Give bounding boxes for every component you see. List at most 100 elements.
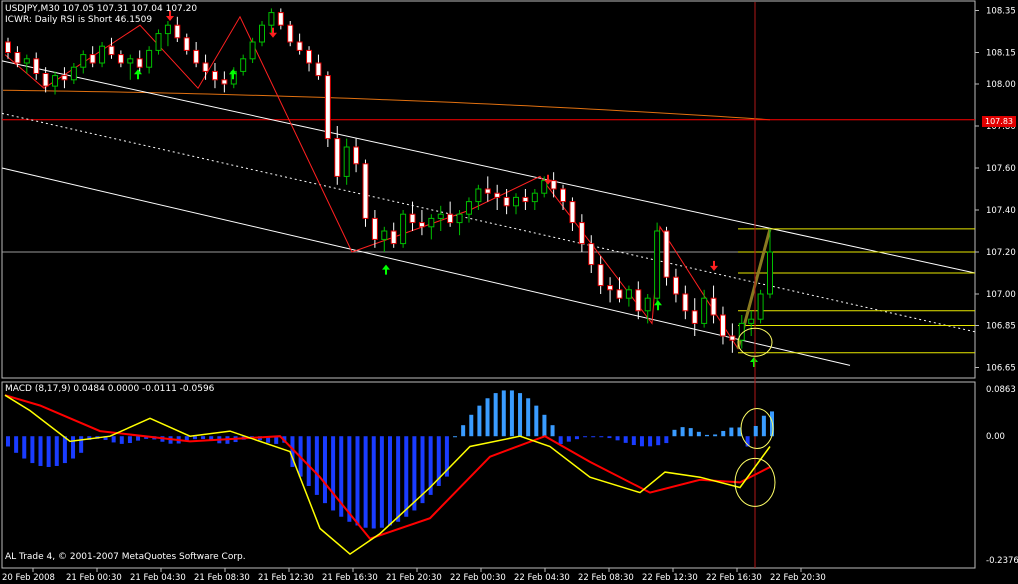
bear-candle (550, 180, 557, 190)
macd-histogram-bar (314, 436, 319, 495)
bull-candle (343, 146, 350, 177)
time-tick-label: 21 Feb 08:30 (194, 573, 250, 583)
macd-histogram-bar (22, 436, 27, 459)
price-tick-label: 107.00 (986, 290, 1016, 300)
price-tick-label: 107.20 (986, 248, 1016, 258)
macd-histogram-bar (583, 436, 588, 438)
bear-candle (418, 222, 425, 228)
bear-candle (597, 264, 604, 287)
macd-histogram-bar (79, 436, 84, 453)
macd-histogram-bar (566, 436, 571, 442)
bear-candle (5, 41, 11, 53)
macd-histogram-bar (331, 436, 336, 511)
macd-histogram-bar (6, 436, 10, 447)
macd-histogram-bar (591, 436, 596, 438)
bear-candle (33, 58, 40, 74)
bear-candle (522, 196, 529, 203)
bear-candle (447, 213, 454, 224)
macd-histogram-bar (721, 430, 726, 437)
bear-candle (136, 58, 143, 68)
bear-candle (390, 230, 397, 245)
bull-candle (70, 66, 77, 81)
indicator-header: ICWR: Daily RSI is Short 46.1509 (5, 15, 153, 25)
macd-histogram-bar (509, 390, 514, 437)
macd-histogram-bar (412, 436, 417, 511)
macd-histogram-bar (461, 425, 466, 437)
time-tick-label: 21 Feb 12:30 (258, 573, 314, 583)
bear-candle (334, 138, 341, 177)
macd-histogram-bar (136, 436, 141, 441)
bear-candle (691, 310, 698, 324)
bear-candle (324, 75, 331, 140)
bull-candle (52, 75, 59, 87)
bear-candle (588, 243, 595, 266)
time-tick-label: 21 Feb 04:30 (130, 573, 186, 583)
time-tick-label: 22 Feb 04:30 (514, 573, 570, 583)
time-tick-label: 21 Feb 20:30 (386, 573, 442, 583)
macd-red-line (4, 394, 771, 540)
macd-histogram-bar (485, 398, 490, 437)
bear-candle (353, 146, 360, 165)
bull-candle (428, 217, 435, 228)
macd-histogram-bar (623, 436, 628, 443)
bear-candle (183, 37, 190, 51)
time-tick-label: 21 Feb 00:30 (66, 573, 122, 583)
bear-candle (174, 24, 181, 39)
macd-tick-label: -0.2376 (986, 556, 1018, 566)
bull-candle (240, 58, 247, 72)
bear-candle (371, 217, 378, 240)
macd-label: MACD (8,17,9) 0.0484 0.0000 -0.0111 -0.0… (5, 384, 215, 394)
bear-candle (202, 62, 209, 72)
macd-histogram-bar (127, 436, 132, 444)
bear-candle (315, 62, 322, 77)
bull-candle (437, 213, 444, 219)
macd-histogram-bar (469, 414, 474, 437)
macd-histogram-bar (518, 393, 523, 437)
price-tick-label: 108.00 (986, 80, 1016, 90)
bull-candle (625, 289, 632, 299)
macd-histogram-bar (639, 436, 644, 447)
macd-histogram-bar (355, 436, 360, 526)
bull-candle (400, 213, 407, 245)
bear-candle (193, 49, 200, 64)
bear-candle (117, 54, 124, 64)
bull-candle (757, 293, 764, 320)
macd-histogram-bar (713, 434, 718, 437)
bull-candle (80, 54, 87, 68)
bull-candle (475, 188, 482, 203)
trading-chart[interactable]: 108.35108.15108.00107.80107.60107.40107.… (0, 0, 1018, 584)
macd-histogram-bar (680, 427, 685, 437)
bear-candle (663, 230, 670, 278)
price-tick-label: 106.85 (986, 322, 1016, 332)
bull-candle (127, 58, 134, 64)
macd-histogram-bar (672, 429, 677, 437)
buy-arrow-icon (654, 300, 662, 311)
time-tick-label: 21 Feb 16:30 (322, 573, 378, 583)
macd-histogram-bar (558, 436, 563, 445)
macd-histogram-bar (599, 436, 604, 438)
price-tick-label: 106.65 (986, 364, 1016, 374)
bear-candle (287, 24, 294, 43)
bull-candle (531, 192, 538, 203)
bear-candle (296, 41, 303, 51)
macd-histogram-bar (322, 436, 327, 504)
macd-histogram-bar (648, 436, 653, 447)
bear-candle (607, 285, 614, 291)
macd-histogram-bar (696, 431, 701, 437)
macd-histogram-bar (542, 414, 547, 437)
macd-histogram-bar (688, 428, 693, 437)
macd-histogram-bar (14, 436, 19, 453)
bull-candle (249, 41, 256, 60)
macd-histogram-bar (30, 436, 35, 464)
macd-histogram-bar (534, 405, 539, 437)
copyright-footer: AL Trade 4, © 2001-2007 MetaQuotes Softw… (5, 552, 246, 562)
price-tick-label: 108.15 (986, 49, 1016, 59)
bear-candle (616, 289, 623, 299)
bull-candle (644, 297, 651, 312)
bull-candle (654, 230, 661, 299)
macd-histogram-bar (347, 436, 352, 522)
bear-candle (672, 276, 679, 295)
bear-candle (494, 192, 501, 198)
macd-histogram-bar (477, 405, 482, 437)
macd-histogram-bar (38, 436, 43, 466)
